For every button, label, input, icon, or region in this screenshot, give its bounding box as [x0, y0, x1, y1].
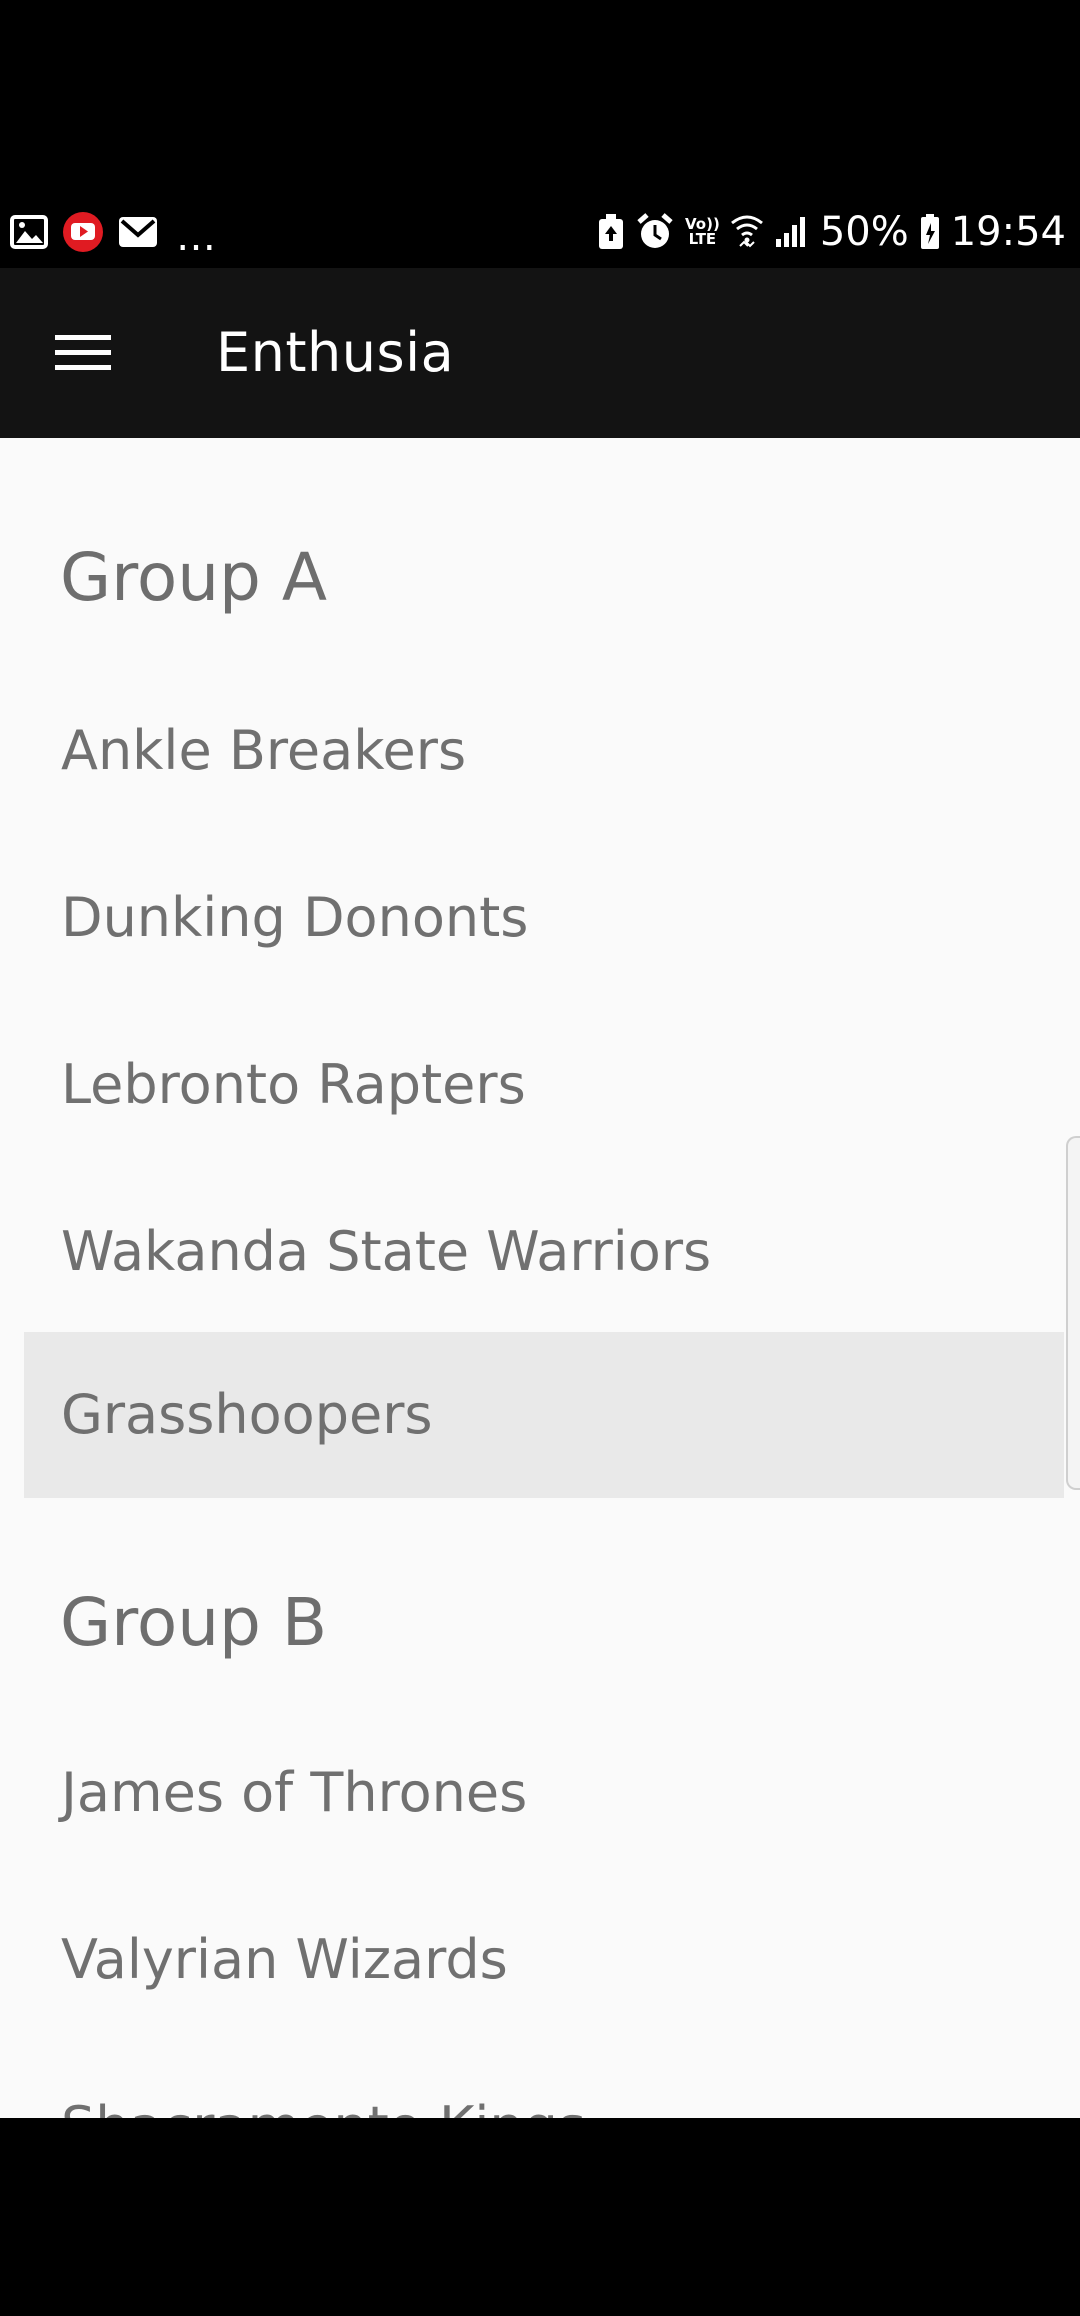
team-item-selected[interactable]: Grasshoopers [24, 1332, 1064, 1498]
team-item[interactable]: Valyrian Wizards [24, 1877, 1064, 2043]
gallery-icon [10, 215, 48, 249]
team-list: Group A Ankle Breakers Dunking Dononts L… [0, 438, 1080, 2118]
team-item[interactable]: Dunking Dononts [24, 835, 1064, 1001]
signal-icon [774, 215, 810, 249]
team-item[interactable]: Shacramento Kings [24, 2044, 1064, 2118]
team-label: Lebronto Rapters [61, 1053, 526, 1116]
app-bar: Enthusia [0, 268, 1080, 438]
menu-button[interactable] [38, 308, 128, 398]
team-item[interactable]: James of Thrones [24, 1710, 1064, 1876]
alarm-icon [635, 212, 675, 252]
more-notifications-indicator: … [176, 214, 218, 260]
system-status-icons: Vo)) LTE 50% 19:54 [597, 196, 1066, 268]
app-title: Enthusia [216, 321, 455, 384]
team-label: Shacramento Kings [61, 2044, 586, 2118]
group-header: Group B [60, 1584, 328, 1661]
team-item[interactable]: Wakanda State Warriors [24, 1169, 1064, 1335]
youtube-icon [62, 211, 104, 253]
phone-screen: … Vo)) LTE 50% 19:54 Enthusia Group A An… [0, 0, 1080, 2316]
volte-icon: Vo)) LTE [685, 217, 720, 247]
volte-bottom-text: LTE [688, 230, 717, 248]
team-label: Dunking Dononts [61, 886, 529, 949]
wifi-icon [730, 213, 764, 251]
battery-icon [919, 213, 941, 251]
status-bar: … Vo)) LTE 50% 19:54 [0, 196, 1080, 268]
hamburger-menu-icon [55, 335, 111, 370]
team-label: Valyrian Wizards [61, 1928, 508, 1991]
mail-icon [118, 216, 158, 248]
team-label: Grasshoopers [61, 1383, 433, 1446]
battery-saver-icon [597, 213, 625, 251]
battery-percent: 50% [819, 209, 909, 255]
team-label: Ankle Breakers [61, 719, 467, 782]
group-header: Group A [60, 539, 328, 616]
notification-icons: … [10, 196, 218, 268]
navigation-bar-area [0, 2118, 1080, 2316]
clock: 19:54 [950, 209, 1066, 255]
team-item[interactable]: Ankle Breakers [24, 668, 1064, 834]
team-item[interactable]: Lebronto Rapters [24, 1002, 1064, 1168]
team-label: James of Thrones [61, 1761, 528, 1824]
team-label: Wakanda State Warriors [61, 1220, 712, 1283]
scrollbar-handle[interactable] [1066, 1136, 1080, 1490]
